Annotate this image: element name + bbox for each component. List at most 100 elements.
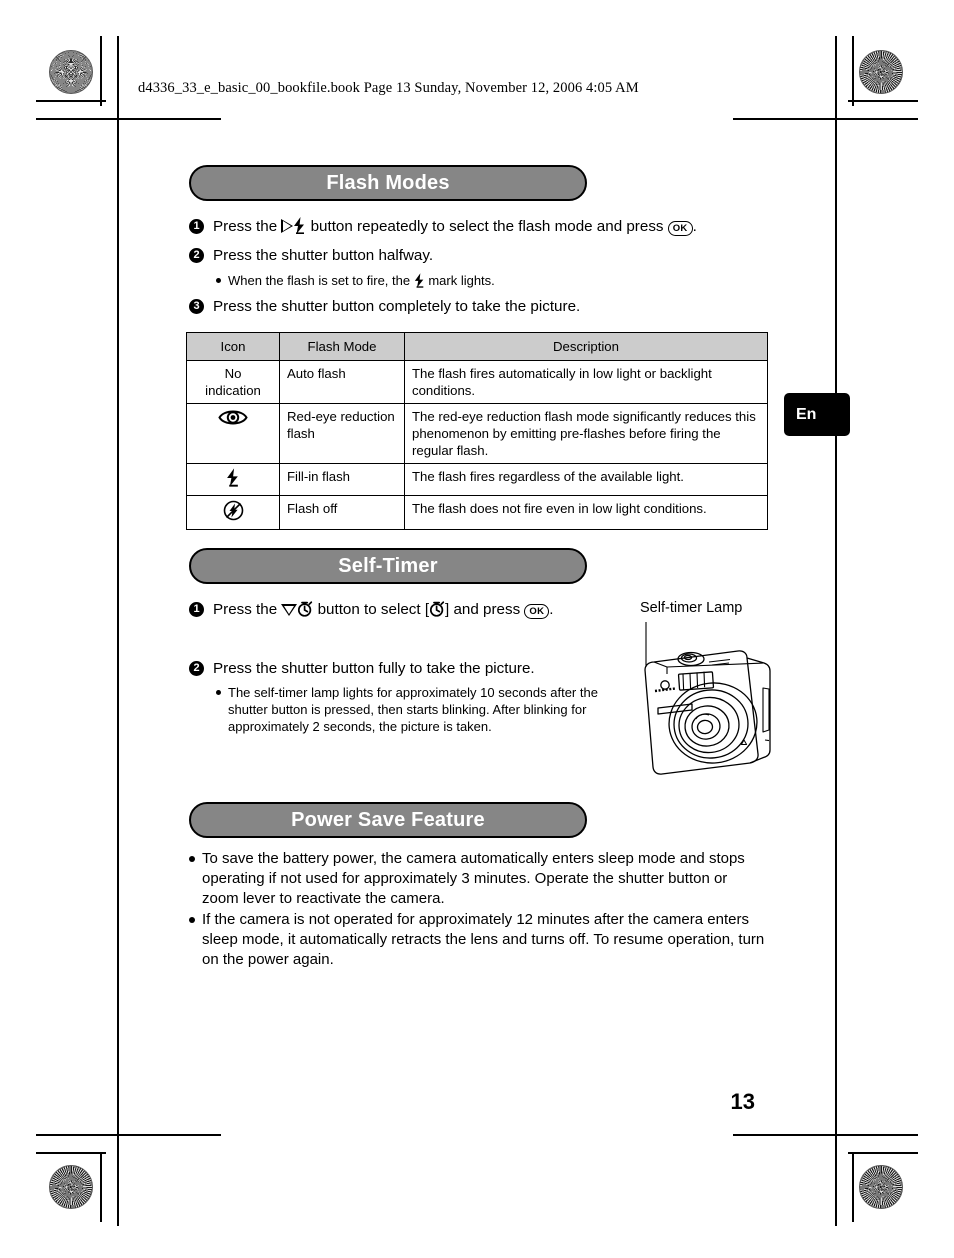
crop-mark: [835, 36, 837, 1226]
cell-flash-mode: Fill-in flash: [279, 463, 405, 496]
self-timer-icon: [298, 601, 313, 617]
step-number: 1: [189, 602, 204, 617]
step-text: Press the shutter button completely to t…: [213, 298, 581, 315]
cell-description: The flash fires regardless of the availa…: [404, 463, 768, 496]
power-save-bullet-1: To save the battery power, the camera au…: [189, 849, 767, 909]
step-text-pre: Press the: [213, 218, 282, 235]
step-selftimer-2: 2 Press the shutter button fully to take…: [189, 659, 535, 678]
cell-description: The flash fires automatically in low lig…: [404, 360, 768, 404]
bookfile-header-text: d4336_33_e_basic_00_bookfile.book Page 1…: [138, 80, 639, 96]
ok-button-icon: OK: [667, 221, 693, 236]
registration-mark: [855, 1170, 889, 1204]
bullet-text-post: mark lights.: [424, 273, 495, 288]
crop-mark: [36, 100, 106, 102]
step-number: 2: [189, 248, 204, 263]
flash-note-bullet: When the flash is set to fire, the mark …: [216, 272, 636, 289]
bullet-text: To save the battery power, the camera au…: [202, 850, 745, 907]
cell-flash-mode: Flash off: [279, 495, 405, 530]
crop-mark: [848, 1152, 918, 1154]
table-row: No indication Auto flash The flash fires …: [186, 360, 768, 404]
crop-mark: [36, 1152, 106, 1154]
no-indication-text: No indication: [205, 366, 261, 398]
bullet-text: When the flash is set to fire, the mark …: [228, 272, 495, 289]
registration-mark: [62, 125, 96, 159]
power-save-bullet-2: If the camera is not operated for approx…: [189, 910, 767, 970]
star-target-icon: [49, 1165, 93, 1209]
step-number: 3: [189, 299, 204, 314]
step-text: Press the shutter button fully to take t…: [213, 660, 535, 677]
crop-mark: [100, 36, 102, 106]
table-row: Flash off The flash does not fire even i…: [186, 495, 768, 530]
flash-bolt-icon: [414, 273, 424, 288]
step-text: Press the shutter button halfway.: [213, 247, 434, 264]
figure-caption: Self-timer Lamp: [640, 600, 743, 616]
crop-mark: [852, 36, 854, 106]
crop-mark: [100, 1152, 102, 1222]
star-target-icon: [49, 50, 93, 94]
flash-modes-table: Icon Flash Mode Description No indication…: [186, 332, 768, 530]
table-row: Fill-in flash The flash fires regardless…: [186, 463, 768, 496]
crop-mark: [117, 36, 119, 1226]
bullet-text: If the camera is not operated for approx…: [202, 911, 765, 968]
section-title-self-timer: Self-Timer: [189, 548, 587, 584]
bullet-dot: [216, 690, 221, 695]
step-text-pre: Press the: [213, 601, 282, 618]
step-text-mid: button repeatedly to select the flash mo…: [306, 218, 668, 235]
cell-flash-mode: Red-eye reduction flash: [279, 403, 405, 464]
triangle-down-icon: [281, 604, 298, 616]
red-eye-reduction-icon: [218, 410, 248, 425]
step-text: Press the button to select [] and press …: [213, 600, 554, 619]
cell-icon: [186, 463, 280, 496]
cell-description: The red-eye reduction flash mode signifi…: [404, 403, 768, 464]
selftimer-note-bullet: The self-timer lamp lights for approxima…: [216, 684, 626, 735]
crop-mark: [852, 1152, 854, 1222]
registration-mark: [122, 1125, 156, 1159]
self-timer-figure: Self-timer Lamp: [634, 600, 780, 785]
registration-mark: [62, 612, 96, 646]
crop-mark: [848, 100, 918, 102]
table-header-row: Icon Flash Mode Description: [186, 332, 768, 361]
fill-in-flash-icon: [227, 468, 238, 487]
crop-mark: [733, 118, 918, 120]
step-flash-1: 1 Press the button repeatedly to select …: [189, 217, 697, 236]
step-flash-3: 3 Press the shutter button completely to…: [189, 297, 580, 316]
registration-mark: [782, 66, 816, 100]
bullet-dot: [189, 856, 195, 862]
bullet-text-pre: When the flash is set to fire, the: [228, 273, 414, 288]
step-number: 1: [189, 219, 204, 234]
self-timer-icon: [429, 601, 445, 617]
step-text-post: .: [692, 218, 697, 235]
cell-icon: [186, 403, 280, 464]
triangle-right-icon: [281, 219, 294, 233]
bullet-dot: [216, 278, 221, 283]
step-text-post: .: [549, 601, 554, 618]
star-target-icon: [859, 50, 903, 94]
language-tab-en: En: [784, 393, 850, 436]
star-target-icon: [859, 1165, 903, 1209]
cell-description: The flash does not fire even in low ligh…: [404, 495, 768, 530]
crop-mark: [36, 1134, 221, 1136]
step-selftimer-1: 1 Press the button to select [ ] and pres…: [189, 600, 554, 619]
bullet-text: The self-timer lamp lights for approxima…: [228, 685, 598, 734]
step-flash-2: 2 Press the shutter button halfway.: [189, 246, 433, 265]
flash-off-icon: [223, 500, 243, 521]
table-row: Red-eye reduction flash The red-eye redu…: [186, 403, 768, 464]
registration-mark: [782, 1125, 816, 1159]
cell-icon: No indication: [186, 360, 280, 404]
step-text-mid: button to select [: [313, 601, 430, 618]
step-number: 2: [189, 661, 204, 676]
cell-flash-mode: Auto flash: [279, 360, 405, 404]
flash-bolt-icon: [294, 217, 305, 234]
table-header-description: Description: [404, 332, 768, 361]
crop-mark: [36, 118, 221, 120]
step-text-mid2: ] and press: [445, 601, 525, 618]
crop-mark: [733, 1134, 918, 1136]
camera-illustration: [644, 622, 771, 775]
page-number: 13: [730, 1089, 755, 1114]
ok-button-icon: OK: [524, 604, 550, 619]
section-title-power-save: Power Save Feature: [189, 802, 587, 838]
registration-mark: [855, 125, 889, 159]
table-header-flash-mode: Flash Mode: [279, 332, 405, 361]
section-title-flash-modes: Flash Modes: [189, 165, 587, 201]
bullet-dot: [189, 917, 195, 923]
